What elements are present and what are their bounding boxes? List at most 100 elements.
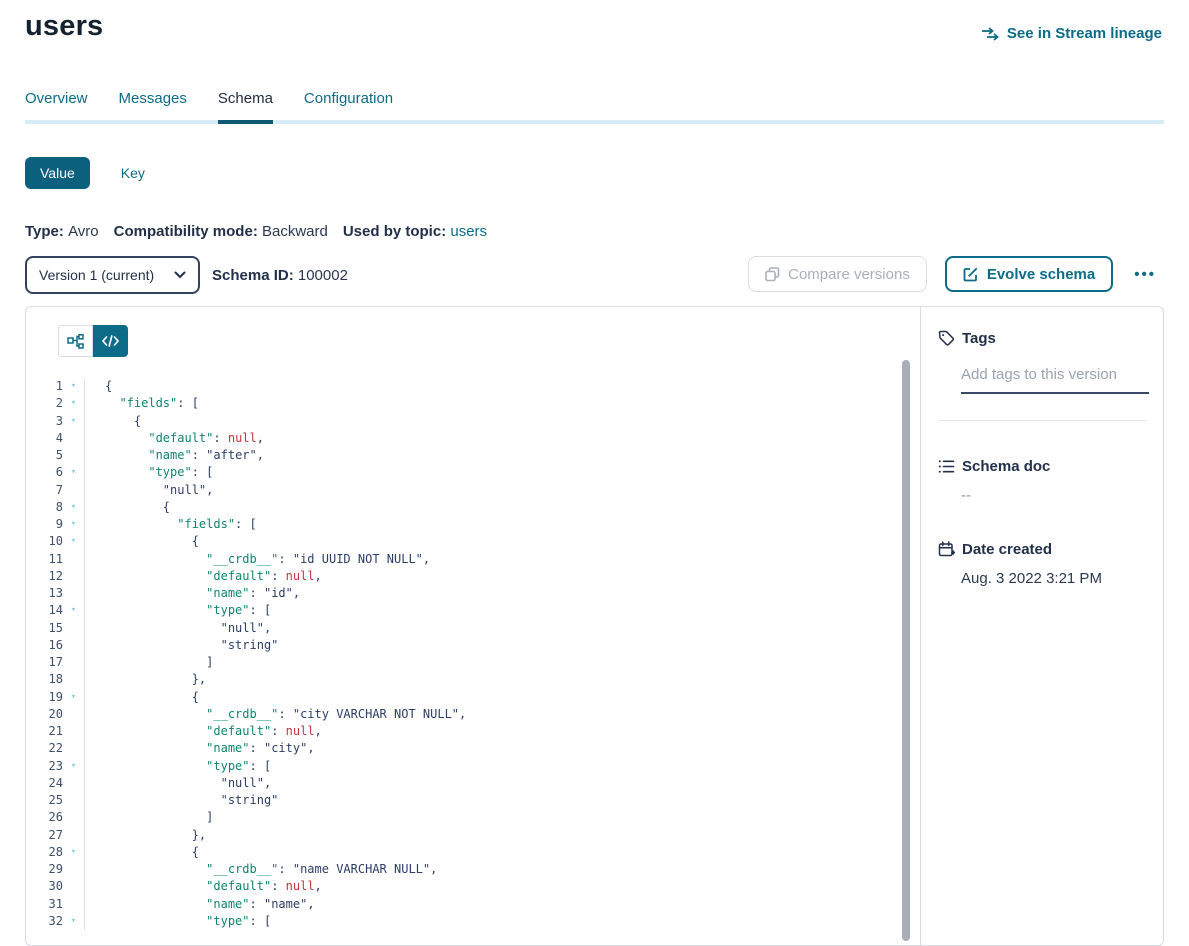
meta-label: Used by topic:: [343, 223, 451, 240]
line-number: 5: [26, 447, 63, 464]
code-line-text: },: [84, 827, 206, 844]
fold-toggle-icon[interactable]: ▾: [63, 758, 84, 775]
line-number: 19: [26, 689, 63, 706]
line-number: 24: [26, 775, 63, 792]
code-line: 12 "default": null,: [26, 568, 920, 585]
compare-copy-icon: [765, 267, 780, 282]
fold-toggle-icon[interactable]: ▾: [63, 689, 84, 706]
code-line: 7 "null",: [26, 482, 920, 499]
fold-toggle-icon[interactable]: ▾: [63, 378, 84, 395]
tags-input-wrap: [961, 347, 1147, 394]
line-number: 22: [26, 740, 63, 757]
fold-toggle-icon[interactable]: ▾: [63, 395, 84, 412]
code-line-text: "fields": [: [84, 516, 257, 533]
code-line: 2▾ "fields": [: [26, 395, 920, 412]
fold-gutter: [63, 671, 84, 688]
fold-toggle-icon[interactable]: ▾: [63, 413, 84, 430]
key-toggle-button[interactable]: Key: [115, 164, 151, 182]
code-line-text: "name": "name",: [84, 896, 315, 913]
schema-id: Schema ID: 100002: [212, 267, 348, 284]
code-line-text: "__crdb__": "id UUID NOT NULL",: [84, 551, 430, 568]
schema-code-editor[interactable]: 1▾{2▾ "fields": [3▾ {4 "default": null,5…: [26, 378, 920, 930]
code-line-text: "default": null,: [84, 723, 322, 740]
fold-toggle-icon[interactable]: ▾: [63, 602, 84, 619]
line-number: 3: [26, 413, 63, 430]
meta-item: Compatibility mode: Backward: [114, 223, 328, 240]
code-line-text: ]: [84, 654, 213, 671]
tab-overview[interactable]: Overview: [25, 90, 88, 120]
see-in-stream-lineage-link[interactable]: See in Stream lineage: [981, 25, 1162, 42]
tab-configuration[interactable]: Configuration: [304, 90, 393, 120]
editor-view-toggle: [58, 325, 920, 357]
code-line-text: "fields": [: [84, 395, 199, 412]
schema-side-panel: Tags Schema doc: [920, 307, 1163, 945]
tree-view-button[interactable]: [58, 325, 93, 357]
code-line-text: {: [84, 689, 199, 706]
fold-toggle-icon[interactable]: ▾: [63, 533, 84, 550]
version-select[interactable]: Version 1 (current): [25, 256, 200, 294]
schema-id-label: Schema ID:: [212, 267, 294, 284]
schema-doc-value: --: [961, 487, 1147, 504]
fold-toggle-icon[interactable]: ▾: [63, 913, 84, 930]
evolve-schema-label: Evolve schema: [987, 266, 1095, 283]
code-line: 6▾ "type": [: [26, 464, 920, 481]
line-number: 12: [26, 568, 63, 585]
add-tags-input[interactable]: [961, 366, 1149, 394]
code-line-text: "__crdb__": "city VARCHAR NOT NULL",: [84, 706, 466, 723]
code-line: 5 "name": "after",: [26, 447, 920, 464]
code-view-button[interactable]: [93, 325, 128, 357]
fold-gutter: [63, 896, 84, 913]
stream-lineage-icon: [981, 26, 1000, 42]
code-line-text: ]: [84, 809, 213, 826]
fold-toggle-icon[interactable]: ▾: [63, 499, 84, 516]
fold-gutter: [63, 430, 84, 447]
fold-toggle-icon[interactable]: ▾: [63, 464, 84, 481]
compare-versions-button[interactable]: Compare versions: [748, 256, 927, 292]
code-line-text: "default": null,: [84, 568, 322, 585]
code-line: 21 "default": null,: [26, 723, 920, 740]
fold-toggle-icon[interactable]: ▾: [63, 844, 84, 861]
line-number: 31: [26, 896, 63, 913]
tab-messages[interactable]: Messages: [119, 90, 187, 120]
schema-page: users See in Stream lineage Overview Mess…: [0, 10, 1189, 946]
fold-gutter: [63, 654, 84, 671]
schema-meta-row: Type: AvroCompatibility mode: BackwardUs…: [25, 223, 1164, 240]
code-line-text: "type": [: [84, 758, 271, 775]
code-line: 11 "__crdb__": "id UUID NOT NULL",: [26, 551, 920, 568]
calendar-plus-icon: [938, 541, 955, 558]
doc-list-icon: [938, 459, 955, 474]
meta-value-link[interactable]: users: [450, 223, 487, 240]
value-toggle-button[interactable]: Value: [25, 157, 90, 189]
more-options-button[interactable]: •••: [1128, 265, 1162, 284]
code-line-text: "default": null,: [84, 878, 322, 895]
line-number: 10: [26, 533, 63, 550]
code-line-text: "string": [84, 637, 278, 654]
line-number: 18: [26, 671, 63, 688]
fold-gutter: [63, 482, 84, 499]
schema-code-area: 1▾{2▾ "fields": [3▾ {4 "default": null,5…: [26, 307, 920, 945]
code-line-text: },: [84, 671, 206, 688]
code-line: 28▾ {: [26, 844, 920, 861]
code-scrollbar[interactable]: [902, 360, 910, 941]
fold-gutter: [63, 878, 84, 895]
line-number: 9: [26, 516, 63, 533]
evolve-schema-button[interactable]: Evolve schema: [945, 256, 1113, 292]
code-line-text: "__crdb__": "name VARCHAR NULL",: [84, 861, 437, 878]
fold-gutter: [63, 792, 84, 809]
line-number: 8: [26, 499, 63, 516]
code-line: 32▾ "type": [: [26, 913, 920, 930]
line-number: 23: [26, 758, 63, 775]
code-line-text: {: [84, 499, 170, 516]
meta-value: Avro: [68, 223, 99, 240]
fold-gutter: [63, 447, 84, 464]
fold-toggle-icon[interactable]: ▾: [63, 516, 84, 533]
fold-gutter: [63, 637, 84, 654]
chevron-down-icon: [174, 271, 186, 279]
code-line: 1▾{: [26, 378, 920, 395]
code-line: 18 },: [26, 671, 920, 688]
code-line: 10▾ {: [26, 533, 920, 550]
fold-gutter: [63, 740, 84, 757]
line-number: 13: [26, 585, 63, 602]
tab-schema[interactable]: Schema: [218, 90, 273, 120]
tag-icon: [938, 330, 955, 347]
